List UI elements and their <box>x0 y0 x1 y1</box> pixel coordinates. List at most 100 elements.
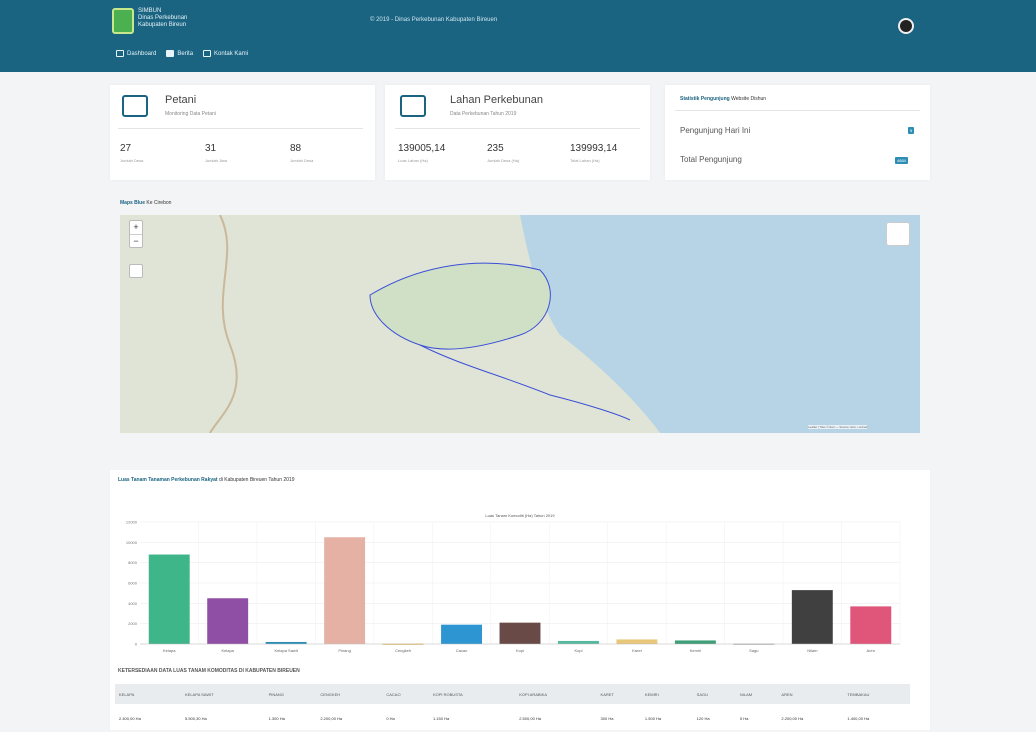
petani-label-3: Jumlah Desa <box>290 158 314 163</box>
column-header: SAGU <box>692 684 736 704</box>
nav-kontak[interactable]: Kontak Kami <box>203 50 248 57</box>
header-center-text: © 2019 - Dinas Perkebunan Kabupaten Bire… <box>370 17 498 23</box>
lahan-value-2: 235 <box>487 143 504 154</box>
data-table: KELAPA KELAPA SAWIT PINANG CENGKEH CACAO KOPI… <box>115 684 910 732</box>
x-tick-label: Nilam <box>807 648 818 653</box>
lahan-label-3: Total Lahan (Ha) <box>570 158 600 163</box>
table-cell: 5 Ha <box>739 715 749 721</box>
nav-label: Kontak Kami <box>214 50 249 57</box>
table-cell: 5.500,30 Ha <box>184 715 207 721</box>
x-tick-label: Kelapa Sawit <box>274 648 298 653</box>
brand-line-2: Dinas Perkebunan <box>138 15 188 21</box>
x-tick-label: Pinang <box>338 648 350 653</box>
column-header: CACAO <box>382 684 429 704</box>
bar[interactable] <box>791 590 833 644</box>
divider <box>395 128 640 129</box>
column-header: TEMBAKAU <box>843 684 910 704</box>
bar[interactable] <box>616 639 658 644</box>
calendar-icon <box>203 50 212 57</box>
menu-icon <box>116 50 124 57</box>
chart-heading-strong: Luas Tanam Tanaman Perkebunan Rakyat <box>118 477 218 483</box>
table-row: 2.400,00 Ha 5.500,30 Ha 1.300 Ha 2.200,00 H… <box>115 704 910 732</box>
chart-heading: Luas Tanam Tanaman Perkebunan Rakyat di … <box>118 477 295 483</box>
table-cell: 2.400,00 Ha <box>119 715 141 721</box>
brand-line-1: SIMBUN <box>138 8 162 14</box>
visitor-title-sub: Website Dishun <box>731 96 767 102</box>
table-title: KETERSEDIAAN DATA LUAS TANAM KOMODITAS D… <box>118 668 300 674</box>
table-body: 2.400,00 Ha 5.500,30 Ha 1.300 Ha 2.200,00 H… <box>115 704 910 732</box>
lahan-label-2: Jumlah Desa (Ha) <box>487 158 520 163</box>
x-tick-label: Kemiri <box>690 648 701 653</box>
table-cell: 1.300 Ha <box>268 715 285 721</box>
petani-value-1: 27 <box>120 143 132 154</box>
petani-value-3: 88 <box>290 143 302 154</box>
bar[interactable] <box>265 641 307 644</box>
petani-title: Petani <box>165 94 197 106</box>
x-tick-label: Karet <box>632 648 642 653</box>
visitor-today-badge: 5 <box>908 127 915 134</box>
logo-shield-icon <box>112 8 134 34</box>
petani-label-1: Jumlah Desa <box>120 158 144 163</box>
zoom-control[interactable]: + − <box>129 220 143 248</box>
bar[interactable] <box>207 598 249 644</box>
table-cell: 120 Ha <box>696 715 710 721</box>
lahan-label-1: Luas Lahan (Ha) <box>398 158 428 163</box>
petani-value-2: 31 <box>205 143 217 154</box>
region-map[interactable] <box>120 215 920 433</box>
bar[interactable] <box>324 537 366 644</box>
y-tick-label: 8000 <box>128 560 138 565</box>
monitor-icon <box>122 95 148 117</box>
y-tick-label: 2000 <box>128 621 138 626</box>
visitor-total-badge: 4884 <box>895 157 908 164</box>
brand-text: SIMBUN Dinas Perkebunan Kabupaten Bireun <box>138 8 187 29</box>
user-avatar[interactable] <box>898 18 914 34</box>
column-header: KELAPA SAWIT <box>180 684 265 704</box>
column-header: KELAPA <box>115 684 181 704</box>
fullscreen-icon[interactable] <box>129 264 143 278</box>
x-tick-label: Cengkeh <box>395 648 411 653</box>
layers-icon[interactable] <box>886 222 910 246</box>
nav-dashboard[interactable]: Dashboard <box>116 50 156 57</box>
visitor-title: Statistik Pengunjung Website Dishun <box>680 96 766 102</box>
table-cell: 300 Ha <box>600 715 614 721</box>
x-tick-label: Kelapa <box>163 648 176 653</box>
lahan-subtitle: Data Perkebunan Tahun 2019 <box>450 111 517 117</box>
map-attribution: Leaflet | Tiles © Esri — Source: Esri, i… <box>808 425 868 429</box>
main-nav: Dashboard Berita Kontak Kami <box>116 50 248 57</box>
column-header: AREN <box>777 684 844 704</box>
nav-label: Dashboard <box>127 50 157 57</box>
visitor-total-label: Total Pengunjung <box>680 155 742 164</box>
x-tick-label: Kopi <box>574 648 582 653</box>
x-tick-label: Kopi <box>516 648 524 653</box>
nav-berita[interactable]: Berita <box>166 50 193 57</box>
zoom-in-icon[interactable]: + <box>130 221 142 235</box>
brand-line-3: Kabupaten Bireun <box>138 22 187 28</box>
header-bar: SIMBUN Dinas Perkebunan Kabupaten Bireun… <box>0 0 1036 72</box>
x-tick-label: Aren <box>867 648 875 653</box>
map-graphic <box>120 215 920 433</box>
table-header-row: KELAPA KELAPA SAWIT PINANG CENGKEH CACAO KOPI… <box>115 684 910 704</box>
bar[interactable] <box>441 624 482 644</box>
y-tick-label: 12000 <box>126 520 138 525</box>
lahan-value-3: 139993,14 <box>570 143 618 154</box>
visitor-title-strong: Statistik Pengunjung <box>680 96 730 102</box>
chart-heading-sub: di Kabupaten Bireuen Tahun 2019 <box>218 477 295 483</box>
bar[interactable] <box>558 640 599 644</box>
x-tick-label: Sagu <box>749 648 758 653</box>
lahan-title: Lahan Perkebunan <box>450 94 543 106</box>
x-tick-label: Kelapa <box>221 648 234 653</box>
y-tick-label: 6000 <box>128 581 138 586</box>
bar[interactable] <box>499 622 541 644</box>
petani-label-2: Jumlah Jiwa <box>205 158 228 163</box>
bar-chart: Luas Tanam Komoditi (Ha) Tahun 2019 0 2000… <box>126 513 901 653</box>
table-cell: 1.500 Ha <box>644 715 662 721</box>
bar[interactable] <box>850 606 892 644</box>
petani-subtitle: Monitoring Data Petani <box>165 111 216 117</box>
column-header: NILAM <box>735 684 778 704</box>
table-cell: 1.150 Ha <box>432 715 450 721</box>
bar[interactable] <box>148 554 190 644</box>
bar[interactable] <box>674 640 716 644</box>
zoom-out-icon[interactable]: − <box>130 235 142 248</box>
x-tick-label: Cacao <box>456 648 468 653</box>
petani-card <box>110 85 375 180</box>
